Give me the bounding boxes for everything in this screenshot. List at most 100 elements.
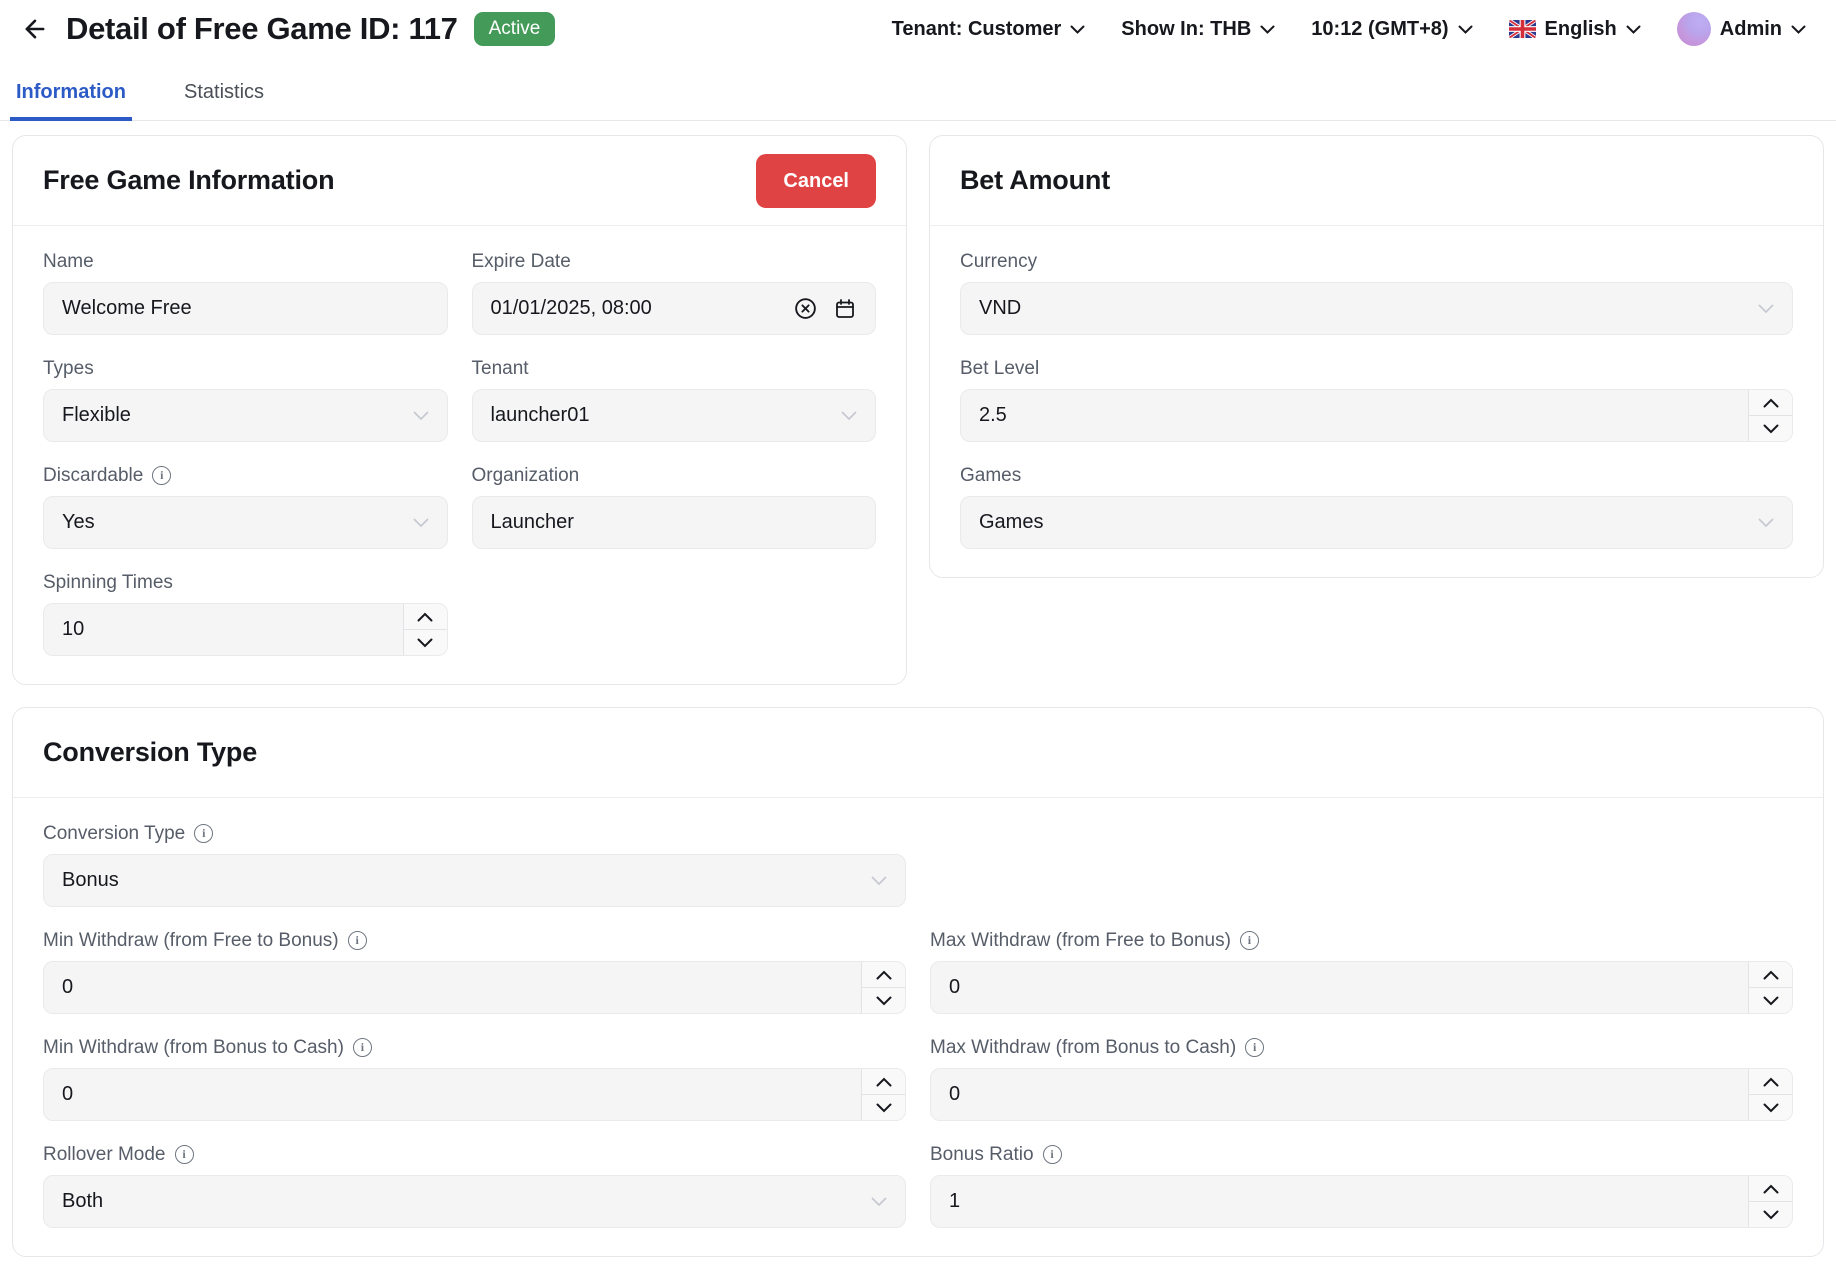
back-arrow-icon	[21, 15, 49, 43]
cancel-button[interactable]: Cancel	[756, 154, 876, 208]
status-badge: Active	[474, 12, 556, 47]
min-withdraw-free-bonus-input[interactable]	[62, 976, 861, 999]
name-input[interactable]	[62, 297, 429, 320]
free-game-information-header: Free Game Information Cancel	[13, 136, 906, 226]
bonus-ratio-stepper	[930, 1175, 1793, 1228]
free-game-information-card: Free Game Information Cancel Name Expire…	[12, 135, 907, 685]
time-menu[interactable]: 10:12 (GMT+8)	[1311, 18, 1472, 41]
organization-input[interactable]	[491, 511, 858, 534]
stepper-up-button[interactable]	[404, 604, 447, 630]
stepper-down-button[interactable]	[862, 1095, 905, 1120]
discardable-select[interactable]: Yes	[43, 496, 448, 549]
stepper-down-button[interactable]	[404, 630, 447, 655]
stepper-up-button[interactable]	[862, 962, 905, 988]
currency-label: Currency	[960, 250, 1037, 273]
tab-information[interactable]: Information	[10, 66, 132, 121]
max-withdraw-free-bonus-input[interactable]	[949, 976, 1748, 999]
card-title: Conversion Type	[43, 737, 257, 768]
min-withdraw-free-bonus-label: Min Withdraw (from Free to Bonus)	[43, 929, 339, 952]
info-icon[interactable]: i	[1240, 931, 1259, 950]
currency-select[interactable]: VND	[960, 282, 1793, 335]
chevron-down-icon	[1070, 25, 1085, 34]
chevron-down-icon	[413, 518, 429, 528]
conversion-type-card: Conversion Type Conversion Type i Bonus	[12, 707, 1824, 1257]
chevron-down-icon	[841, 411, 857, 421]
min-withdraw-bonus-cash-input[interactable]	[62, 1083, 861, 1106]
max-withdraw-free-bonus-label: Max Withdraw (from Free to Bonus)	[930, 929, 1231, 952]
info-icon[interactable]: i	[353, 1038, 372, 1057]
info-icon[interactable]: i	[152, 466, 171, 485]
bet-level-label: Bet Level	[960, 357, 1039, 380]
info-icon[interactable]: i	[194, 824, 213, 843]
main-content: Free Game Information Cancel Name Expire…	[0, 121, 1836, 1273]
conversion-type-header: Conversion Type	[13, 708, 1823, 798]
rollover-mode-label: Rollover Mode	[43, 1143, 166, 1166]
bet-level-stepper	[960, 389, 1793, 442]
info-icon[interactable]: i	[175, 1145, 194, 1164]
show-in-menu-label: Show In: THB	[1121, 18, 1251, 41]
user-menu[interactable]: Admin	[1677, 12, 1806, 46]
chevron-down-icon	[1758, 518, 1774, 528]
types-field-group: Types Flexible	[43, 357, 448, 442]
spinning-times-field-group: Spinning Times	[43, 571, 448, 656]
tenant-menu[interactable]: Tenant: Customer	[892, 18, 1086, 41]
stepper-up-button[interactable]	[1749, 1069, 1792, 1095]
stepper-up-button[interactable]	[1749, 1176, 1792, 1202]
language-menu[interactable]: English	[1509, 18, 1641, 41]
max-withdraw-bonus-cash-stepper	[930, 1068, 1793, 1121]
stepper-down-button[interactable]	[1749, 988, 1792, 1013]
stepper-down-button[interactable]	[1749, 1202, 1792, 1227]
name-label: Name	[43, 250, 94, 273]
discardable-label: Discardable	[43, 464, 143, 487]
max-withdraw-bonus-cash-field-group: Max Withdraw (from Bonus to Cash) i	[930, 1036, 1793, 1121]
show-in-menu[interactable]: Show In: THB	[1121, 18, 1275, 41]
stepper-down-button[interactable]	[1749, 1095, 1792, 1120]
calendar-icon[interactable]	[833, 297, 857, 321]
games-field-group: Games Games	[960, 464, 1793, 549]
games-select-value: Games	[979, 511, 1043, 534]
info-icon[interactable]: i	[348, 931, 367, 950]
stepper-up-button[interactable]	[1749, 390, 1792, 416]
tenant-select-value: launcher01	[491, 404, 590, 427]
stepper-up-button[interactable]	[862, 1069, 905, 1095]
conversion-type-select-value: Bonus	[62, 869, 119, 892]
info-icon[interactable]: i	[1043, 1145, 1062, 1164]
tenant-select[interactable]: launcher01	[472, 389, 877, 442]
stepper-down-button[interactable]	[862, 988, 905, 1013]
info-icon[interactable]: i	[1245, 1038, 1264, 1057]
card-title: Free Game Information	[43, 165, 334, 196]
stepper-up-button[interactable]	[1749, 962, 1792, 988]
organization-label: Organization	[472, 464, 580, 487]
chevron-down-icon	[1626, 25, 1641, 34]
bet-amount-header: Bet Amount	[930, 136, 1823, 226]
types-label: Types	[43, 357, 94, 380]
back-button[interactable]	[18, 12, 52, 46]
discardable-field-group: Discardable i Yes	[43, 464, 448, 549]
conversion-type-label: Conversion Type	[43, 822, 185, 845]
max-withdraw-free-bonus-stepper	[930, 961, 1793, 1014]
bet-amount-card: Bet Amount Currency VND	[929, 135, 1824, 578]
card-title: Bet Amount	[960, 165, 1110, 196]
organization-input-wrap	[472, 496, 877, 549]
chevron-down-icon	[413, 411, 429, 421]
chevron-down-icon	[1791, 25, 1806, 34]
games-select[interactable]: Games	[960, 496, 1793, 549]
min-withdraw-bonus-cash-label: Min Withdraw (from Bonus to Cash)	[43, 1036, 344, 1059]
spinning-times-input[interactable]	[62, 618, 403, 641]
chevron-down-icon	[871, 876, 887, 886]
bonus-ratio-input[interactable]	[949, 1190, 1748, 1213]
max-withdraw-bonus-cash-label: Max Withdraw (from Bonus to Cash)	[930, 1036, 1236, 1059]
max-withdraw-bonus-cash-input[interactable]	[949, 1083, 1748, 1106]
tab-bar: Information Statistics	[0, 66, 1836, 121]
clear-icon[interactable]	[793, 296, 818, 321]
conversion-type-select[interactable]: Bonus	[43, 854, 906, 907]
bet-level-input[interactable]	[979, 404, 1748, 427]
chevron-down-icon	[1260, 25, 1275, 34]
chevron-down-icon	[1758, 304, 1774, 314]
rollover-mode-select[interactable]: Both	[43, 1175, 906, 1228]
tab-statistics[interactable]: Statistics	[178, 66, 270, 121]
expire-date-input[interactable]	[491, 297, 782, 320]
user-menu-label: Admin	[1720, 18, 1782, 41]
stepper-down-button[interactable]	[1749, 416, 1792, 441]
types-select[interactable]: Flexible	[43, 389, 448, 442]
